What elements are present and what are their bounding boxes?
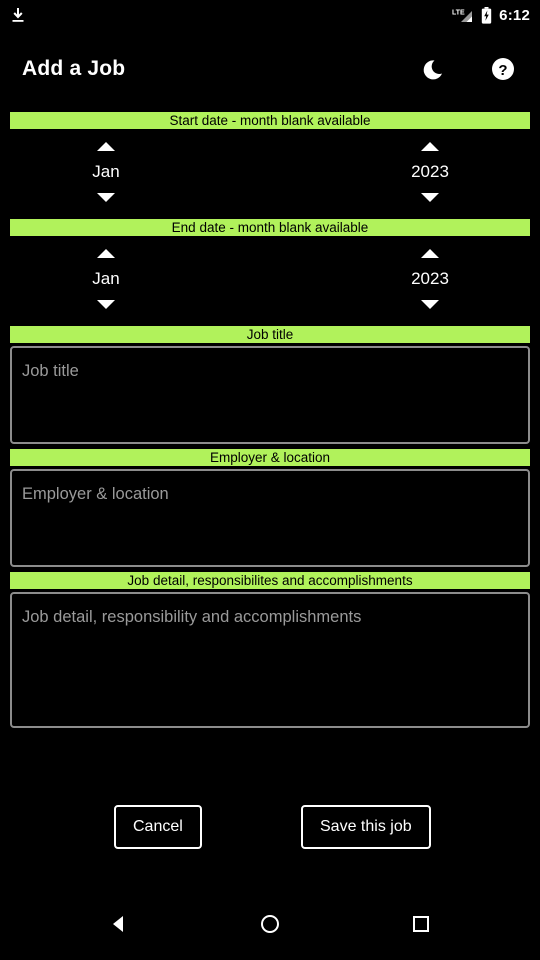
job-detail-label: Job detail, responsibilites and accompli… (10, 572, 530, 589)
arrow-down-icon[interactable] (97, 299, 115, 309)
job-detail-input[interactable] (10, 592, 530, 728)
arrow-down-icon[interactable] (421, 192, 439, 202)
end-date-label: End date - month blank available (10, 219, 530, 236)
recents-square-icon[interactable] (391, 894, 451, 954)
start-date-row: Jan 2023 (10, 129, 530, 214)
system-nav-bar (0, 888, 540, 960)
svg-text:?: ? (498, 62, 507, 79)
arrow-down-icon[interactable] (97, 192, 115, 202)
end-date-month-spinner[interactable]: Jan (46, 236, 166, 321)
start-date-month-value: Jan (92, 161, 120, 181)
end-date-year-spinner[interactable]: 2023 (370, 236, 490, 321)
back-triangle-icon[interactable] (89, 894, 149, 954)
save-job-button[interactable]: Save this job (301, 805, 431, 849)
end-date-month-value: Jan (92, 268, 120, 288)
svg-text:LTE: LTE (452, 9, 465, 16)
job-title-field-wrap (10, 346, 530, 444)
status-bar: LTE 6:12 (0, 0, 540, 30)
arrow-up-icon[interactable] (97, 248, 115, 258)
app-bar-actions: ? (420, 54, 518, 84)
arrow-down-icon[interactable] (421, 299, 439, 309)
cancel-button[interactable]: Cancel (114, 805, 202, 849)
employer-label: Employer & location (10, 449, 530, 466)
end-date-year-value: 2023 (411, 268, 449, 288)
app-bar: Add a Job ? (0, 30, 540, 107)
job-title-input[interactable] (10, 346, 530, 444)
action-button-row: Cancel Save this job (0, 805, 540, 849)
battery-charging-icon (481, 6, 492, 24)
arrow-up-icon[interactable] (421, 141, 439, 151)
arrow-up-icon[interactable] (421, 248, 439, 258)
download-icon (10, 7, 26, 24)
start-date-year-spinner[interactable]: 2023 (370, 129, 490, 214)
form-content: Start date - month blank available Jan 2… (0, 107, 540, 728)
employer-field-wrap (10, 469, 530, 567)
app-screen: LTE 6:12 Add a Job ? Start date - month … (0, 0, 540, 960)
status-bar-right: LTE 6:12 (452, 6, 530, 24)
job-detail-field-wrap (10, 592, 530, 728)
signal-bars-icon: LTE (452, 7, 474, 24)
page-title: Add a Job (22, 56, 126, 80)
start-date-label: Start date - month blank available (10, 112, 530, 129)
moon-icon[interactable] (420, 54, 450, 84)
job-title-label: Job title (10, 326, 530, 343)
status-bar-clock: 6:12 (499, 6, 530, 24)
arrow-up-icon[interactable] (97, 141, 115, 151)
home-circle-icon[interactable] (240, 894, 300, 954)
employer-input[interactable] (10, 469, 530, 567)
status-bar-left (10, 7, 26, 24)
start-date-month-spinner[interactable]: Jan (46, 129, 166, 214)
end-date-row: Jan 2023 (10, 236, 530, 321)
help-circle-icon[interactable]: ? (488, 54, 518, 84)
start-date-year-value: 2023 (411, 161, 449, 181)
